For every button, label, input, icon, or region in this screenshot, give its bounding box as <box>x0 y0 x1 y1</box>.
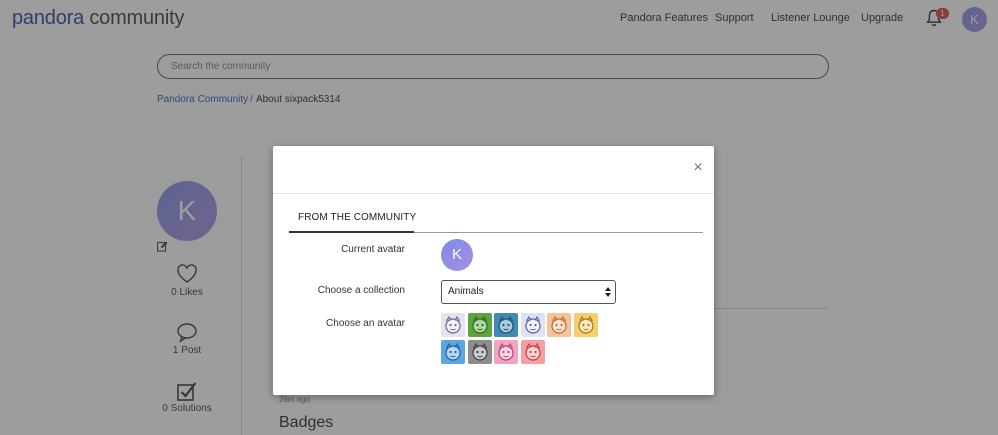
avatar-option-panda[interactable] <box>441 313 465 337</box>
collection-label: Choose a collection <box>317 285 405 296</box>
tiger-icon <box>551 315 567 334</box>
cat-icon <box>498 315 514 334</box>
active-tab-indicator <box>289 231 414 233</box>
avatar-option-pig[interactable] <box>494 340 518 364</box>
avatar-option-gorilla[interactable] <box>467 340 492 364</box>
close-icon[interactable]: × <box>691 160 705 176</box>
avatar-option-tiger[interactable] <box>547 313 571 337</box>
collection-select[interactable]: Animals <box>441 280 616 304</box>
avatar-option-rabbit[interactable] <box>520 340 545 364</box>
current-avatar-label: Current avatar <box>341 244 405 255</box>
giraffe-sketch-icon <box>524 315 541 334</box>
modal-header-divider <box>273 193 714 194</box>
pig-icon <box>498 342 514 361</box>
tab-from-the-community[interactable]: FROM THE COMMUNITY <box>298 212 416 223</box>
avatar-option-frog[interactable] <box>467 313 492 337</box>
avatar-option-cat[interactable] <box>494 313 518 337</box>
current-avatar: K <box>441 239 473 271</box>
select-arrows-icon <box>605 287 611 297</box>
avatar-option-bear[interactable] <box>441 340 465 364</box>
giraffe-icon <box>577 315 594 334</box>
gorilla-icon <box>471 342 488 361</box>
avatar-option-giraffe-sketch[interactable] <box>520 313 545 337</box>
collection-selected-value: Animals <box>448 286 484 297</box>
bear-icon <box>445 342 461 361</box>
tab-bar-line <box>414 232 703 233</box>
choose-avatar-label: Choose an avatar <box>326 318 405 329</box>
avatar-option-giraffe[interactable] <box>573 313 598 337</box>
avatar-picker-dialog: × FROM THE COMMUNITY Current avatar K Ch… <box>273 146 714 395</box>
panda-icon <box>445 315 461 334</box>
frog-icon <box>471 315 488 334</box>
rabbit-icon <box>524 342 541 361</box>
